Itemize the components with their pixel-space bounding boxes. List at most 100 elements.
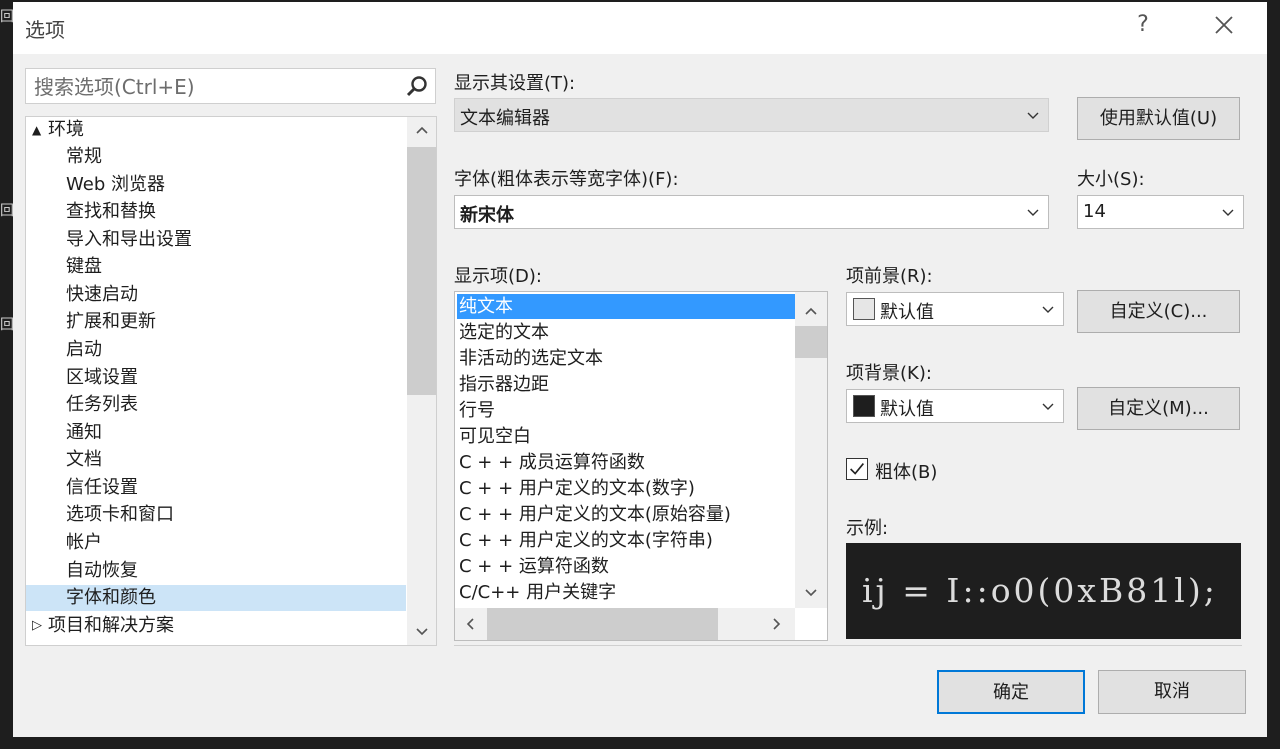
tree-item-keyboard[interactable]: 键盘 (26, 254, 406, 280)
tree-item-environment[interactable]: ▲ 环境 (26, 117, 406, 143)
tree-item-label: 自动恢复 (66, 560, 138, 581)
background-code-fragment: 回 (0, 9, 14, 25)
tree-item-autorecover[interactable]: 自动恢复 (26, 558, 406, 584)
size-dropdown[interactable]: 14 (1077, 195, 1244, 229)
tree-item-label: 帐户 (66, 532, 102, 553)
background-code-fragment: 回 (0, 203, 14, 219)
options-tree: ▲ 环境 常规 Web 浏览器 查找和替换 导入和导出设置 键盘 快速启动 扩展… (25, 116, 437, 646)
close-icon[interactable] (1209, 10, 1239, 40)
tree-item-label: 文档 (66, 449, 102, 470)
display-items-label: 显示项(D): (454, 266, 542, 287)
list-item[interactable]: 可见空白 (457, 424, 795, 449)
divider (454, 645, 1242, 646)
scrollbar-thumb[interactable] (487, 608, 718, 640)
foreground-label: 项前景(R): (846, 266, 933, 287)
list-item[interactable]: 行号 (457, 398, 795, 423)
sample-label: 示例: (846, 518, 889, 539)
chevron-down-icon (1222, 209, 1234, 216)
options-dialog: 选项 ? ▲ 环境 常规 Web 浏览器 查找和替换 导入和导出设置 键盘 快速… (13, 2, 1267, 737)
list-horizontal-scrollbar[interactable] (455, 608, 795, 640)
sample-text: ij = I::o0(0xB81l); (862, 571, 1218, 610)
chevron-down-icon (1042, 306, 1054, 313)
foreground-value: 默认值 (880, 302, 934, 323)
list-item[interactable]: C + + 运算符函数 (457, 554, 795, 579)
scroll-up-icon[interactable] (803, 304, 819, 320)
ok-button[interactable]: 确定 (937, 670, 1085, 714)
scroll-down-icon[interactable] (803, 584, 819, 600)
tree-item-label: 项目和解决方案 (48, 615, 174, 636)
title-bar: 选项 ? (13, 2, 1267, 54)
tree-item-quick-launch[interactable]: 快速启动 (26, 282, 406, 308)
tree-item-regional[interactable]: 区域设置 (26, 365, 406, 391)
font-label: 字体(粗体表示等宽字体)(F): (454, 169, 679, 190)
tree-item-web-browser[interactable]: Web 浏览器 (26, 172, 406, 198)
list-item[interactable]: C + + 成员运算符函数 (457, 450, 795, 475)
tree-item-label: 查找和替换 (66, 201, 156, 222)
tree-item-extensions[interactable]: 扩展和更新 (26, 309, 406, 335)
tree-item-label: Web 浏览器 (66, 174, 165, 195)
tree-item-documents[interactable]: 文档 (26, 447, 406, 473)
background-dropdown[interactable]: 默认值 (846, 389, 1064, 423)
bold-label[interactable]: 粗体(B) (875, 458, 937, 484)
checkmark-icon (850, 463, 864, 475)
list-item[interactable]: C + + 用户定义的文本(字符串) (457, 528, 795, 553)
tree-item-label: 选项卡和窗口 (66, 504, 174, 525)
search-input[interactable] (32, 73, 396, 101)
font-dropdown[interactable]: 新宋体 (454, 195, 1049, 229)
list-item[interactable]: 非活动的选定文本 (457, 346, 795, 371)
tree-item-label: 导入和导出设置 (66, 229, 192, 250)
collapse-arrow-icon[interactable]: ▲ (32, 117, 41, 143)
size-value: 14 (1083, 201, 1106, 222)
bold-checkbox[interactable] (846, 458, 868, 480)
tree-scrollbar[interactable] (407, 117, 436, 645)
background-label: 项背景(K): (846, 363, 932, 384)
sample-preview: ij = I::o0(0xB81l); (846, 543, 1241, 639)
foreground-dropdown[interactable]: 默认值 (846, 292, 1064, 326)
scroll-left-icon[interactable] (463, 616, 479, 632)
tree-item-fonts-colors[interactable]: 字体和颜色 (26, 585, 406, 611)
tree-item-find-replace[interactable]: 查找和替换 (26, 199, 406, 225)
list-item[interactable]: 选定的文本 (457, 320, 795, 345)
help-button[interactable]: ? (1130, 12, 1156, 37)
font-value: 新宋体 (460, 205, 514, 226)
search-icon[interactable] (405, 75, 429, 99)
show-settings-value: 文本编辑器 (460, 108, 550, 129)
size-label: 大小(S): (1077, 169, 1145, 190)
chevron-down-icon (1027, 209, 1039, 216)
scroll-right-icon[interactable] (768, 616, 784, 632)
scroll-up-icon[interactable] (414, 123, 430, 139)
expand-arrow-icon[interactable]: ▷ (32, 613, 42, 639)
chevron-down-icon (1027, 112, 1039, 119)
tree-item-startup[interactable]: 启动 (26, 337, 406, 363)
list-item[interactable]: C + + 用户定义的文本(原始容量) (457, 502, 795, 527)
display-items-list: 纯文本 选定的文本 非活动的选定文本 指示器边距 行号 可见空白 C + + 成… (454, 291, 828, 641)
list-vertical-scrollbar[interactable] (795, 292, 827, 608)
tree-item-import-export[interactable]: 导入和导出设置 (26, 227, 406, 253)
tree-item-trust-settings[interactable]: 信任设置 (26, 475, 406, 501)
custom-foreground-button[interactable]: 自定义(C)... (1077, 290, 1240, 333)
use-defaults-button[interactable]: 使用默认值(U) (1077, 97, 1240, 140)
list-item[interactable]: 指示器边距 (457, 372, 795, 397)
scrollbar-thumb[interactable] (407, 147, 436, 395)
tree-item-label: 任务列表 (66, 394, 138, 415)
custom-background-button[interactable]: 自定义(M)... (1077, 387, 1240, 430)
list-item[interactable]: C/C++ 用户关键字 (457, 580, 795, 605)
tree-item-label: 信任设置 (66, 477, 138, 498)
background-color-swatch (853, 395, 875, 417)
list-item[interactable]: C + + 用户定义的文本(数字) (457, 476, 795, 501)
scrollbar-thumb[interactable] (795, 326, 827, 358)
show-settings-dropdown[interactable]: 文本编辑器 (454, 98, 1049, 132)
cancel-button[interactable]: 取消 (1098, 670, 1246, 714)
scroll-down-icon[interactable] (414, 623, 430, 639)
list-item[interactable]: 纯文本 (457, 294, 795, 319)
tree-item-notifications[interactable]: 通知 (26, 420, 406, 446)
tree-item-label: 键盘 (66, 256, 102, 277)
tree-item-label: 环境 (48, 119, 84, 140)
tree-item-task-list[interactable]: 任务列表 (26, 392, 406, 418)
tree-item-projects-solutions[interactable]: ▷ 项目和解决方案 (26, 613, 406, 639)
tree-item-label: 通知 (66, 422, 102, 443)
tree-item-label: 启动 (66, 339, 102, 360)
tree-item-account[interactable]: 帐户 (26, 530, 406, 556)
tree-item-tabs-windows[interactable]: 选项卡和窗口 (26, 502, 406, 528)
tree-item-general[interactable]: 常规 (26, 144, 406, 170)
